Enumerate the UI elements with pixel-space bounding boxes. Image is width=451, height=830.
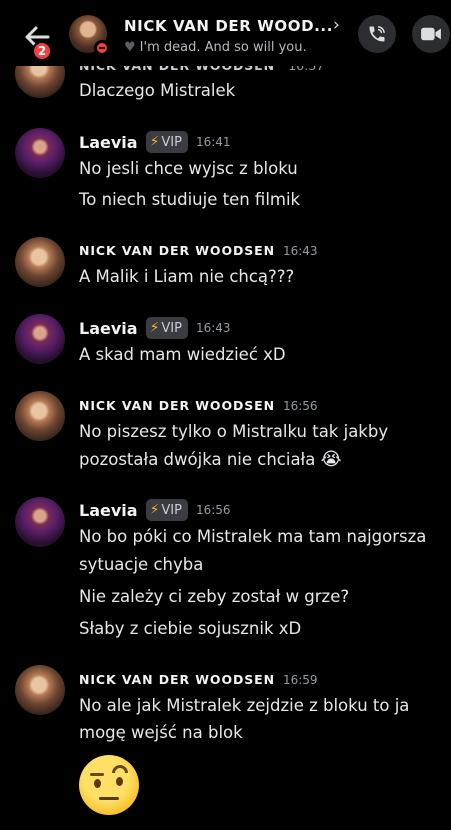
crying-emoji-icon[interactable]: 😭 [321, 449, 342, 470]
avatar[interactable] [15, 237, 65, 287]
avatar[interactable] [15, 314, 65, 364]
message-list[interactable]: NICK VAN DER WOODSEN 16:37 Dlaczego Mist… [0, 0, 451, 830]
message-header: NICK VAN DER WOODSEN 16:59 [79, 672, 318, 687]
message-text[interactable]: A Malik i Liam nie chcą??? [79, 264, 439, 290]
avatar[interactable] [15, 497, 65, 547]
status-text: I'm dead. And so will you. [139, 40, 307, 55]
video-camera-icon [421, 27, 441, 41]
message-text[interactable]: Dlaczego Mistralek [79, 78, 439, 104]
dnd-status-icon [94, 40, 110, 56]
message-header: NICK VAN DER WOODSEN 16:56 [79, 398, 318, 413]
badge-label: VIP [161, 502, 182, 518]
message-text[interactable]: No jesli chce wyjsc z bloku [79, 156, 439, 182]
timestamp: 16:56 [195, 503, 231, 517]
lightning-icon: ⚡ [149, 134, 160, 150]
message-text[interactable]: To niech studiuje ten filmik [79, 187, 439, 213]
message-text[interactable]: mogę wejść na blok [79, 720, 439, 746]
heart-icon: ♥ [124, 40, 136, 55]
author-name[interactable]: Laevia [79, 133, 138, 152]
chat-header: 2 NICK VAN DER WOOD... ♥ I'm dead. And s… [0, 0, 451, 66]
message-header: Laevia ⚡ VIP 16:43 [79, 317, 231, 339]
video-call-button[interactable] [412, 15, 450, 53]
timestamp: 16:59 [282, 672, 318, 687]
vip-badge[interactable]: ⚡ VIP [145, 499, 188, 521]
header-avatar[interactable] [69, 15, 110, 56]
timestamp: 16:43 [282, 243, 318, 258]
voice-call-button[interactable] [358, 15, 396, 53]
author-name[interactable]: NICK VAN DER WOODSEN [79, 672, 275, 687]
phone-icon [369, 26, 385, 42]
author-name[interactable]: NICK VAN DER WOODSEN [79, 398, 275, 413]
avatar[interactable] [15, 391, 65, 441]
lightning-icon: ⚡ [149, 320, 160, 336]
message-header: Laevia ⚡ VIP 16:41 [79, 131, 231, 153]
timestamp: 16:56 [282, 398, 318, 413]
author-name[interactable]: Laevia [79, 319, 138, 338]
message-text[interactable]: Nie zależy ci zeby został w grze? [79, 584, 439, 610]
author-name[interactable]: NICK VAN DER WOODSEN [79, 243, 275, 258]
author-name[interactable]: Laevia [79, 501, 138, 520]
badge-label: VIP [161, 320, 182, 336]
chevron-right-icon[interactable]: › [333, 15, 340, 35]
lightning-icon: ⚡ [149, 502, 160, 518]
message-text[interactable]: No ale jak Mistralek zejdzie z bloku to … [79, 693, 439, 719]
avatar[interactable] [15, 665, 65, 715]
timestamp: 16:41 [195, 135, 231, 149]
page-title: NICK VAN DER WOOD... [124, 17, 334, 35]
message-header: NICK VAN DER WOODSEN 16:43 [79, 243, 318, 258]
face-with-raised-eyebrow-icon[interactable] [79, 755, 139, 815]
message-text[interactable]: pozostała dwójka nie chciała 😭 [79, 447, 439, 473]
chat-screen: NICK VAN DER WOODSEN 16:37 Dlaczego Mist… [0, 0, 451, 830]
message-text[interactable]: A skad mam wiedzieć xD [79, 342, 439, 368]
message-header: Laevia ⚡ VIP 16:56 [79, 499, 231, 521]
vip-badge[interactable]: ⚡ VIP [145, 131, 188, 153]
vip-badge[interactable]: ⚡ VIP [145, 317, 188, 339]
timestamp: 16:43 [195, 321, 231, 335]
message-text[interactable]: Słaby z ciebie sojusznik xD [79, 616, 439, 642]
avatar[interactable] [15, 128, 65, 178]
message-text[interactable]: sytuacje chyba [79, 552, 439, 578]
unread-badge: 2 [32, 41, 52, 61]
header-user-info[interactable]: NICK VAN DER WOOD... ♥ I'm dead. And so … [124, 17, 344, 55]
message-text[interactable]: No bo póki co Mistralek ma tam najgorsza [79, 524, 439, 550]
message-text-content: pozostała dwójka nie chciała [79, 450, 316, 469]
message-text[interactable]: No piszesz tylko o Mistralku tak jakby [79, 419, 439, 445]
custom-status: ♥ I'm dead. And so will you. [124, 40, 344, 55]
badge-label: VIP [161, 134, 182, 150]
